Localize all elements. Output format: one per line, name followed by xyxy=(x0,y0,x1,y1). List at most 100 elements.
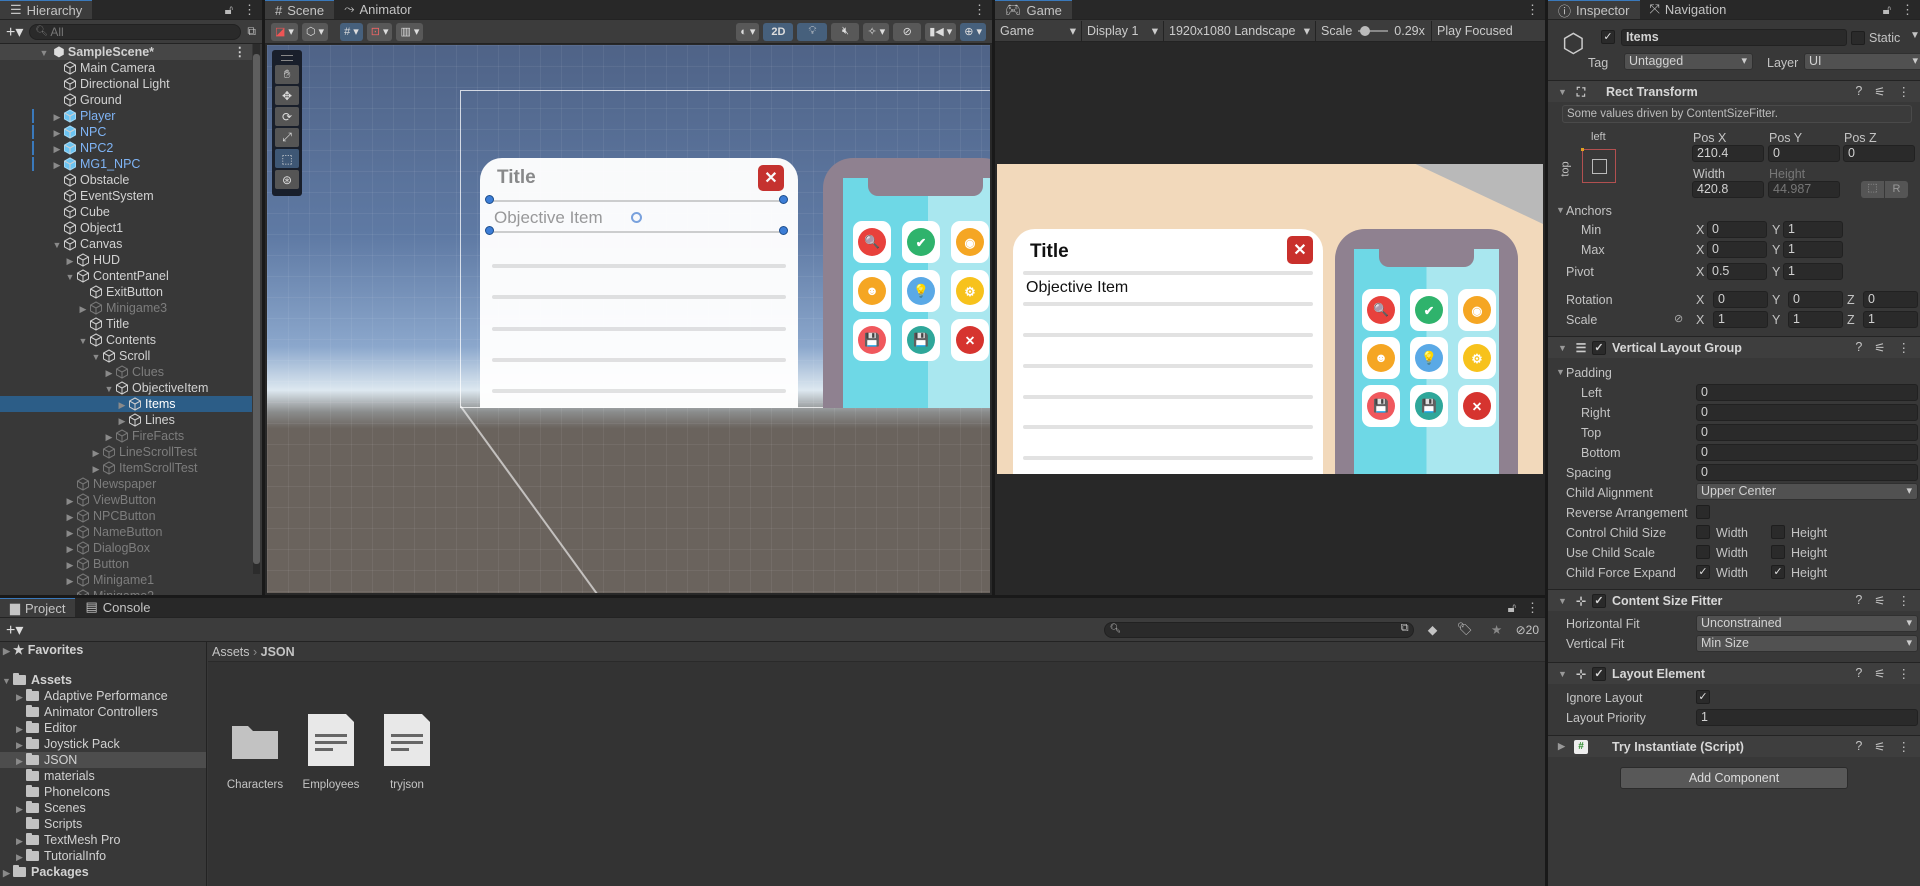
hierarchy-item[interactable]: Ground xyxy=(0,92,252,108)
expand-arrow[interactable]: ▶ xyxy=(51,109,63,125)
hierarchy-item[interactable]: Minigame2 xyxy=(0,588,252,595)
expand-arrow[interactable]: ▼ xyxy=(51,237,63,253)
expand-arrow[interactable]: ▶ xyxy=(64,557,76,573)
hierarchy-item[interactable]: Cube xyxy=(0,204,252,220)
hierarchy-item[interactable]: Newspaper xyxy=(0,476,252,492)
expand-arrow[interactable]: ▶ xyxy=(77,301,89,317)
gizmo-object-button[interactable]: ⬡ ▾ xyxy=(301,22,329,41)
hierarchy-item[interactable]: ▶ ViewButton xyxy=(0,492,252,508)
padding-top-field[interactable]: 0 xyxy=(1696,424,1918,441)
pivot-handle[interactable] xyxy=(631,212,642,223)
pivot-y-field[interactable]: 1 xyxy=(1783,263,1843,280)
breadcrumb-assets[interactable]: Assets xyxy=(212,645,250,659)
project-folder-item[interactable]: PhoneIcons xyxy=(0,784,206,800)
hierarchy-item[interactable]: Object1 xyxy=(0,220,252,236)
static-checkbox[interactable] xyxy=(1851,31,1865,45)
layout-element-enabled-checkbox[interactable]: ✓ xyxy=(1592,666,1606,681)
force-expand-width-checkbox[interactable]: ✓ xyxy=(1696,565,1710,579)
expand-arrow[interactable]: ▶ xyxy=(13,737,26,753)
packages-item[interactable]: ▶ Packages xyxy=(0,864,206,880)
hierarchy-item[interactable]: Directional Light xyxy=(0,76,252,92)
anchor-presets-button[interactable] xyxy=(1581,148,1616,183)
asset-item[interactable]: Employees xyxy=(296,712,366,791)
hierarchy-item[interactable]: ▶ Items xyxy=(0,396,252,412)
display-dropdown[interactable]: Display 1 ▾ xyxy=(1082,20,1164,41)
hierarchy-item[interactable]: ▶ Minigame1 xyxy=(0,572,252,588)
expand-arrow[interactable]: ▶ xyxy=(13,689,26,705)
expand-arrow[interactable]: ▶ xyxy=(51,125,63,141)
project-folder-item[interactable]: Animator Controllers xyxy=(0,704,206,720)
vertical-layout-group-header[interactable]: ▼ ☰ ✓ Vertical Layout Group ? ⚟ ⋮ xyxy=(1548,336,1920,358)
hierarchy-item[interactable]: Obstacle xyxy=(0,172,252,188)
rect-handle[interactable] xyxy=(485,226,494,235)
project-folder-item[interactable]: ▶ TextMesh Pro xyxy=(0,832,206,848)
project-folder-item[interactable]: ▶ Adaptive Performance xyxy=(0,688,206,704)
create-asset-button[interactable]: +▾ xyxy=(6,620,23,640)
draw-mode-button[interactable]: ◪ ▾ xyxy=(271,22,298,41)
hierarchy-item[interactable]: ▶ MG1_NPC xyxy=(0,156,252,172)
static-dropdown-arrow[interactable]: ▼ xyxy=(1910,30,1920,41)
constrain-proportions-icon[interactable]: ⊘ xyxy=(1674,312,1683,325)
pivot-x-field[interactable]: 0.5 xyxy=(1707,263,1767,280)
expand-arrow[interactable]: ▶ xyxy=(64,541,76,557)
anchor-max-y-field[interactable]: 1 xyxy=(1783,241,1843,258)
component-menu-icon[interactable]: ⋮ xyxy=(1898,666,1911,681)
scale-x-field[interactable]: 1 xyxy=(1713,311,1768,328)
shading-mode-button[interactable]: ◐ ▾ xyxy=(736,22,760,41)
expand-arrow[interactable]: ▶ xyxy=(90,445,102,461)
lock-icon[interactable]: 🔓︎ xyxy=(225,2,233,18)
hierarchy-item[interactable]: ▶ NameButton xyxy=(0,524,252,540)
rect-handle[interactable] xyxy=(485,195,494,204)
project-folder-item[interactable]: ▶ Scenes xyxy=(0,800,206,816)
control-height-checkbox[interactable] xyxy=(1771,525,1785,539)
transform-tool-icon[interactable]: ⊛ xyxy=(275,170,299,189)
scale-z-field[interactable]: 1 xyxy=(1863,311,1918,328)
more-menu-icon[interactable]: ⋮ xyxy=(1901,2,1914,18)
rect-tool-icon[interactable]: ⬚ xyxy=(275,149,299,168)
expand-arrow[interactable]: ▶ xyxy=(64,493,76,509)
project-folder-item[interactable]: ▶ TutorialInfo xyxy=(0,848,206,864)
objective-panel-preview[interactable]: Title ✕ Objective Item xyxy=(480,158,798,408)
hierarchy-item[interactable]: Title xyxy=(0,316,252,332)
expand-arrow[interactable]: ▼ xyxy=(90,349,102,365)
favorite-star-icon[interactable]: ★ xyxy=(1484,622,1510,637)
expand-arrow[interactable]: ▶ xyxy=(64,509,76,525)
effects-button[interactable]: ✧ ▾ xyxy=(863,22,890,41)
project-folder-item[interactable]: materials xyxy=(0,768,206,784)
project-folder-item[interactable]: ▶ JSON xyxy=(0,752,206,768)
rect-handle[interactable] xyxy=(779,195,788,204)
create-button[interactable]: +▾ xyxy=(6,22,23,42)
tab-animator[interactable]: ⤳ Animator xyxy=(334,0,421,19)
use-scale-width-checkbox[interactable] xyxy=(1696,545,1710,559)
expand-arrow[interactable]: ▶ xyxy=(13,801,26,817)
padding-left-field[interactable]: 0 xyxy=(1696,384,1918,401)
reverse-arrangement-checkbox[interactable] xyxy=(1696,505,1710,519)
more-menu-icon[interactable]: ⋮ xyxy=(1526,600,1539,616)
anchor-min-x-field[interactable]: 0 xyxy=(1707,221,1767,238)
expand-arrow[interactable]: ▶ xyxy=(103,429,115,445)
tab-console[interactable]: ▤ Console xyxy=(75,598,160,617)
hierarchy-item[interactable]: ▼ Canvas xyxy=(0,236,252,252)
expand-arrow[interactable]: ▶ xyxy=(64,253,76,269)
width-field[interactable]: 420.8 xyxy=(1692,181,1764,198)
padding-bottom-field[interactable]: 0 xyxy=(1696,444,1918,461)
hierarchy-item[interactable]: ▼ ContentPanel xyxy=(0,268,252,284)
hierarchy-item[interactable]: ▶ HUD xyxy=(0,252,252,268)
expand-arrow[interactable]: ▼ xyxy=(77,333,89,349)
try-instantiate-script-header[interactable]: ▶ # Try Instantiate (Script) ? ⚟ ⋮ xyxy=(1548,735,1920,757)
vlg-enabled-checkbox[interactable]: ✓ xyxy=(1592,340,1606,355)
rect-handle[interactable] xyxy=(779,226,788,235)
tab-navigation[interactable]: ⤧ Navigation xyxy=(1640,0,1737,19)
tag-dropdown[interactable]: Untagged xyxy=(1624,53,1753,70)
hierarchy-item[interactable]: ▶ FireFacts xyxy=(0,428,252,444)
scale-slider-track[interactable] xyxy=(1358,25,1389,36)
anchor-max-x-field[interactable]: 0 xyxy=(1707,241,1767,258)
project-folder-item[interactable]: ▶ Editor xyxy=(0,720,206,736)
project-folder-item[interactable]: ▶ Joystick Pack xyxy=(0,736,206,752)
filter-by-type-icon[interactable]: ◆ xyxy=(1420,622,1446,637)
camera-settings-button[interactable]: ▮◀ ▾ xyxy=(925,22,957,41)
favorites-item[interactable]: ▶ ★ Favorites xyxy=(0,642,206,658)
add-component-button[interactable]: Add Component xyxy=(1620,767,1848,789)
hierarchy-item[interactable]: Main Camera xyxy=(0,60,252,76)
tab-scene[interactable]: # Scene xyxy=(265,0,335,19)
